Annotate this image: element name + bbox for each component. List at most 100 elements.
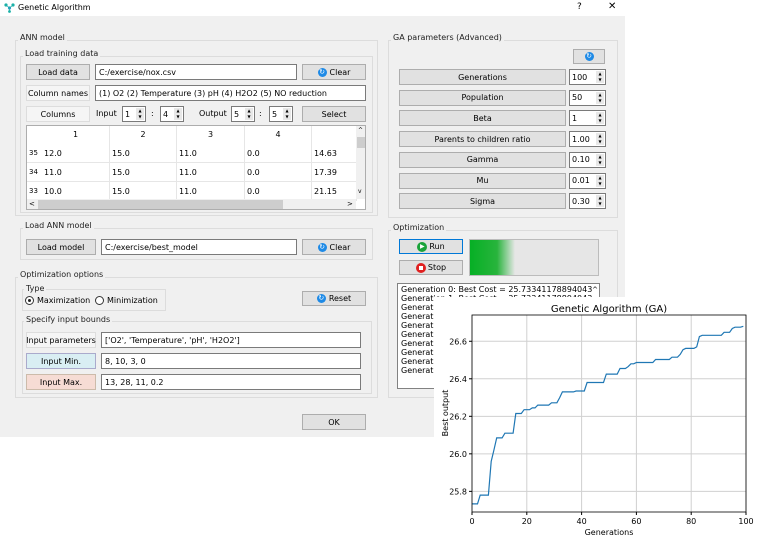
reset-button[interactable]: ↻ Reset	[302, 291, 366, 306]
optimization-title: Optimization	[391, 223, 447, 232]
output-to-spinbox[interactable]: 5 ▲ ▼	[269, 106, 293, 122]
spin-arrows-icon[interactable]: ▲ ▼	[596, 91, 604, 104]
spin-arrows-icon[interactable]: ▲ ▼	[174, 108, 182, 120]
help-button[interactable]: ?	[577, 2, 582, 12]
param-gamma-button[interactable]: Gamma	[399, 151, 566, 168]
maximization-radio[interactable]: Maximization	[25, 296, 90, 305]
input-to-spinbox[interactable]: 4 ▲ ▼	[160, 106, 184, 122]
log-line: Generation 0: Best Cost = 25.73341178894…	[401, 285, 593, 294]
scroll-thumb[interactable]	[38, 200, 283, 209]
param-value: 0.01	[572, 176, 590, 185]
table-cell[interactable]: 11.0	[177, 163, 245, 182]
column-names-field[interactable]: (1) O2 (2) Temperature (3) pH (4) H2O2 (…	[95, 85, 366, 101]
ga-parameters-title: GA parameters (Advanced)	[391, 33, 504, 42]
param-generations-button[interactable]: Generations	[399, 69, 566, 85]
column-header[interactable]: 3	[177, 126, 245, 144]
param-spinbox[interactable]: 1 ▲ ▼	[569, 110, 606, 127]
spin-arrows-icon[interactable]: ▲ ▼	[596, 174, 604, 187]
spin-arrows-icon[interactable]: ▲ ▼	[596, 112, 604, 125]
vertical-scrollbar[interactable]: ^ v	[356, 126, 365, 199]
input-max-field[interactable]: 13, 28, 11, 0.2	[101, 374, 361, 390]
table-cell[interactable]: 17.39	[312, 163, 357, 182]
param-spinbox[interactable]: 0.30 ▲ ▼	[569, 193, 606, 210]
table-cell[interactable]: 15.0	[110, 163, 177, 182]
data-table[interactable]: 1 2 3 4 5 3512.015.011.00.014.633411.015…	[26, 125, 366, 210]
scroll-thumb[interactable]	[357, 137, 365, 148]
stop-button[interactable]: Stop	[399, 260, 463, 275]
clear-model-button[interactable]: ↻ Clear	[302, 239, 366, 255]
y-tick-label: 25.8	[449, 487, 467, 496]
separator: :	[151, 109, 154, 118]
clear-data-button[interactable]: ↻ Clear	[302, 64, 366, 80]
scroll-left-icon[interactable]: <	[29, 200, 35, 208]
spin-arrows-icon[interactable]: ▲ ▼	[245, 108, 253, 120]
scroll-up-icon[interactable]: ^	[592, 286, 598, 295]
columns-button[interactable]: Columns	[26, 106, 90, 122]
table-cell[interactable]: 12.0	[42, 144, 110, 163]
scroll-up-icon[interactable]: ^	[358, 127, 363, 134]
scroll-right-icon[interactable]: >	[347, 200, 353, 208]
param-parents-to-children-ratio-button[interactable]: Parents to children ratio	[399, 131, 566, 148]
reset-label: Reset	[328, 294, 352, 303]
spin-arrows-icon[interactable]: ▲ ▼	[136, 108, 144, 120]
input-min-button[interactable]: Input Min.	[26, 353, 96, 369]
select-button[interactable]: Select	[302, 106, 366, 122]
table-cell[interactable]: 11.0	[42, 163, 110, 182]
table-cell[interactable]: 0.0	[245, 163, 312, 182]
input-from-spinbox[interactable]: 1 ▲ ▼	[122, 106, 146, 122]
input-max-button[interactable]: Input Max.	[26, 374, 96, 390]
spin-arrows-icon[interactable]: ▲ ▼	[596, 71, 604, 83]
refresh-icon: ↻	[316, 294, 326, 303]
run-button[interactable]: ▶ Run	[399, 239, 463, 254]
horizontal-scrollbar[interactable]: < >	[27, 199, 356, 209]
reset-parameters-button[interactable]: ↻	[573, 49, 605, 64]
param-spinbox[interactable]: 50 ▲ ▼	[569, 89, 606, 106]
stop-icon	[415, 262, 426, 273]
load-data-button[interactable]: Load data	[26, 64, 90, 80]
data-path-field[interactable]: C:/exercise/nox.csv	[95, 64, 297, 80]
spin-arrows-icon[interactable]: ▲ ▼	[596, 153, 604, 166]
training-data-title: Load training data	[23, 49, 101, 58]
x-tick-label: 0	[469, 517, 474, 526]
input-label: Input	[96, 109, 117, 118]
param-sigma-button[interactable]: Sigma	[399, 193, 566, 210]
table-cell[interactable]: 15.0	[110, 144, 177, 163]
close-button[interactable]: ✕	[608, 1, 616, 12]
param-mu-button[interactable]: Mu	[399, 172, 566, 189]
table-cell[interactable]: 14.63	[312, 144, 357, 163]
param-spinbox[interactable]: 1.00 ▲ ▼	[569, 131, 606, 148]
spin-arrows-icon[interactable]: ▲ ▼	[283, 108, 291, 120]
param-population-button[interactable]: Population	[399, 89, 566, 106]
ok-button[interactable]: OK	[302, 414, 366, 430]
input-parameters-button[interactable]: Input parameters	[26, 332, 96, 348]
scroll-down-icon[interactable]: v	[358, 188, 362, 195]
progress-fill	[470, 240, 515, 275]
clear-label: Clear	[329, 67, 351, 77]
param-spinbox[interactable]: 0.01 ▲ ▼	[569, 172, 606, 189]
minimization-label: Minimization	[107, 296, 158, 305]
param-spinbox[interactable]: 0.10 ▲ ▼	[569, 151, 606, 168]
plot-frame	[471, 314, 747, 513]
output-label: Output	[199, 109, 227, 118]
param-beta-button[interactable]: Beta	[399, 110, 566, 127]
param-spinbox[interactable]: 100 ▲ ▼	[569, 69, 606, 85]
minimization-radio[interactable]: Minimization	[95, 296, 158, 305]
load-model-button[interactable]: Load model	[26, 239, 96, 255]
input-parameters-field[interactable]: ['O2', 'Temperature', 'pH', 'H2O2']	[101, 332, 361, 348]
clear-label: Clear	[329, 242, 351, 252]
spin-arrows-icon[interactable]: ▲ ▼	[596, 195, 604, 208]
output-from-spinbox[interactable]: 5 ▲ ▼	[231, 106, 255, 122]
model-path-field[interactable]: C:/exercise/best_model	[101, 239, 297, 255]
column-header[interactable]: 1	[42, 126, 110, 144]
spin-arrows-icon[interactable]: ▲ ▼	[596, 133, 604, 146]
param-value: 0.30	[572, 196, 590, 206]
ga-chart: Genetic Algorithm (GA) Generations Best …	[441, 304, 754, 537]
input-min-field[interactable]: 8, 10, 3, 0	[101, 353, 361, 369]
column-header[interactable]: 2	[110, 126, 177, 144]
column-header[interactable]: 4	[245, 126, 312, 144]
column-names-button[interactable]: Column names	[26, 85, 90, 101]
table-cell[interactable]: 0.0	[245, 144, 312, 163]
y-tick-label: 26.0	[449, 450, 467, 459]
chart-title: Genetic Algorithm (GA)	[551, 304, 667, 315]
table-cell[interactable]: 11.0	[177, 144, 245, 163]
